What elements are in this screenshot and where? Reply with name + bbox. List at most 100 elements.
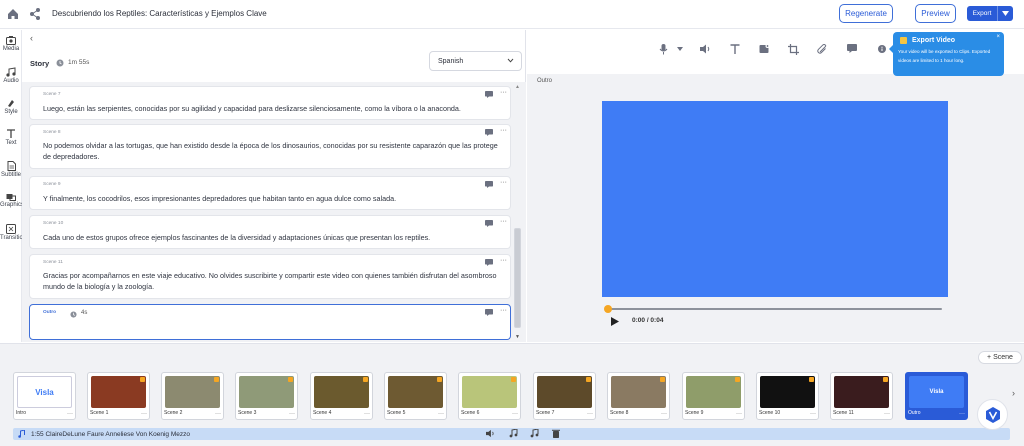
comment-icon[interactable] [485,220,493,227]
crop-icon[interactable] [788,44,799,55]
more-options-icon[interactable]: ··· [500,179,507,186]
scroll-up-icon[interactable]: ▲ [515,84,520,90]
playback-timeline[interactable] [604,305,942,313]
text-icon [7,129,15,138]
more-options-icon[interactable]: ··· [500,257,507,264]
play-icon[interactable] [611,317,619,326]
info-icon[interactable] [878,45,886,53]
comment-icon[interactable] [485,129,493,136]
scene-thumb-intro[interactable]: Visla Intro ··· [13,372,76,420]
audio-track[interactable]: 1:55 ClaireDeLune Faure Anneliese Von Ko… [13,428,1010,440]
scene-text[interactable]: Luego, están las serpientes, conocidas p… [43,103,503,114]
thumb-label: Intro [16,410,27,416]
more-options-icon[interactable]: ··· [500,127,507,134]
collapse-chevron-icon[interactable]: ‹ [30,33,33,43]
more-options-icon[interactable]: ··· [500,307,507,314]
more-options-icon[interactable]: ··· [512,411,518,417]
nav-media[interactable]: Media [0,36,22,52]
caret-down-icon[interactable] [677,47,683,51]
nav-graphics[interactable]: Graphics [0,193,24,208]
more-options-icon[interactable]: ··· [736,411,742,417]
more-options-icon[interactable]: ··· [884,411,890,417]
export-label[interactable]: Export [967,10,997,17]
more-options-icon[interactable]: ··· [215,411,221,417]
assistant-button[interactable] [977,399,1008,430]
more-options-icon[interactable]: ··· [500,89,507,96]
scene-thumb[interactable]: Scene 5 ··· [384,372,447,420]
export-tooltip: Export Video × Your video will be export… [889,32,1004,76]
nav-subtitle[interactable]: Subtitle [0,161,22,178]
more-options-icon[interactable]: ··· [587,411,593,417]
project-title[interactable]: Descubriendo los Reptiles: Característic… [52,9,267,18]
music-replace-icon[interactable] [530,429,539,438]
export-button[interactable]: Export [967,6,1013,21]
music-settings-icon[interactable] [509,429,518,438]
language-select[interactable]: Spanish [429,51,522,71]
regenerate-button[interactable]: Regenerate [839,4,893,23]
more-options-icon[interactable]: ··· [438,411,444,417]
more-options-icon[interactable]: ··· [67,411,73,417]
scene-card[interactable]: Scene 10 Cada uno de estos grupos ofrece… [29,215,511,249]
attachment-icon[interactable] [817,44,828,55]
scene-thumb[interactable]: Scene 11 ··· [830,372,893,420]
caret-down-icon[interactable] [998,11,1013,16]
scene-list[interactable]: Scene 7 Luego, están las serpientes, con… [22,82,526,342]
scene-text[interactable]: No podemos olvidar a las tortugas, que h… [43,140,503,162]
text-icon[interactable] [730,44,740,54]
scene-thumb[interactable]: Scene 7 ··· [533,372,596,420]
scrollbar[interactable]: ▲ ▼ [513,82,522,342]
nav-transition[interactable]: Transition [0,224,26,241]
comment-icon[interactable] [485,91,493,98]
more-options-icon[interactable]: ··· [661,411,667,417]
scene-thumb[interactable]: Scene 8 ··· [607,372,670,420]
comment-icon[interactable] [485,181,493,188]
scene-thumb[interactable]: Scene 3 ··· [235,372,298,420]
microphone-icon[interactable] [659,44,668,55]
outro-card[interactable]: Outro 4s ··· [29,304,511,340]
image-icon[interactable] [759,44,770,54]
volume-icon[interactable] [700,44,711,54]
comment-icon[interactable] [485,309,493,316]
scene-thumb[interactable]: Scene 10 ··· [756,372,819,420]
nav-style[interactable]: Style [0,98,22,115]
timeline-knob[interactable] [604,305,612,313]
scene-text[interactable]: Gracias por acompañarnos en este viaje e… [43,270,503,292]
nav-text[interactable]: Text [0,129,22,146]
close-icon[interactable]: × [996,34,1000,40]
scene-text[interactable]: Cada uno de estos grupos ofrece ejemplos… [43,232,503,243]
more-options-icon[interactable]: ··· [810,411,816,417]
scene-thumb[interactable]: Scene 6 ··· [458,372,521,420]
more-options-icon[interactable]: ··· [289,411,295,417]
trash-icon[interactable] [552,429,560,438]
scene-card[interactable]: Scene 9 Y finalmente, los cocodrilos, es… [29,176,511,210]
share-icon[interactable] [29,7,41,21]
scrollbar-thumb[interactable] [514,228,521,328]
add-scene-button[interactable]: + Scene [978,351,1022,364]
chevron-right-icon[interactable]: › [1012,388,1015,398]
scene-card[interactable]: Scene 8 No podemos olvidar a las tortuga… [29,124,511,169]
scene-thumb[interactable]: Scene 4 ··· [310,372,373,420]
comment-icon[interactable] [847,44,857,53]
scene-card[interactable]: Scene 11 Gracias por acompañarnos en est… [29,254,511,299]
thumb-label: Scene 8 [610,410,629,416]
more-options-icon[interactable]: ··· [141,411,147,417]
scene-thumb[interactable]: Scene 9 ··· [682,372,745,420]
volume-icon[interactable] [486,429,495,438]
comment-icon[interactable] [485,259,493,266]
scroll-down-icon[interactable]: ▼ [515,334,520,340]
scene-thumb[interactable]: Scene 1 ··· [87,372,150,420]
music-note-icon [18,430,25,438]
thumb-label: Scene 7 [536,410,555,416]
scene-text[interactable]: Y finalmente, los cocodrilos, esos impre… [43,193,503,204]
scene-thumb-outro[interactable]: Visla Outro ··· [905,372,968,420]
home-icon[interactable] [6,7,20,21]
nav-audio[interactable]: Audio [0,67,22,84]
more-options-icon[interactable]: ··· [500,218,507,225]
video-canvas[interactable] [602,101,948,297]
clock-icon [70,311,77,318]
scene-thumb[interactable]: Scene 2 ··· [161,372,224,420]
more-options-icon[interactable]: ··· [364,411,370,417]
preview-button[interactable]: Preview [915,4,956,23]
scene-card[interactable]: Scene 7 Luego, están las serpientes, con… [29,86,511,120]
more-options-icon[interactable]: ··· [959,411,965,417]
